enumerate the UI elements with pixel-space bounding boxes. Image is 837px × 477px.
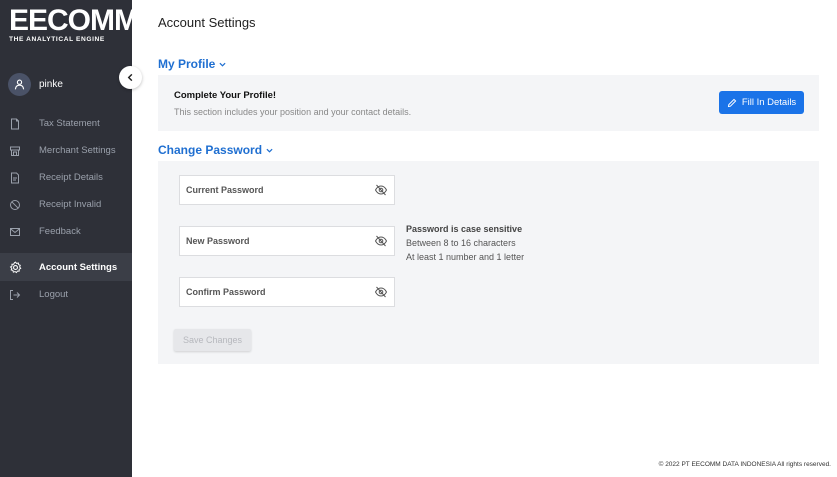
sidebar-nav: Tax Statement Merchant Settings Receipt … — [0, 110, 132, 308]
sidebar-item-logout[interactable]: Logout — [0, 281, 132, 308]
footer-copyright: © 2022 PT EECOMM DATA INDONESIA All righ… — [658, 461, 831, 468]
eye-off-icon[interactable] — [374, 234, 388, 248]
receipt-icon — [8, 171, 22, 185]
user-avatar-icon — [8, 73, 31, 96]
username: pinke — [39, 79, 63, 90]
current-password-field[interactable]: Current Password — [179, 175, 395, 205]
sidebar-item-receipt-invalid[interactable]: Receipt Invalid — [0, 191, 132, 218]
confirm-password-placeholder: Confirm Password — [186, 287, 266, 297]
section-title: Change Password — [158, 143, 263, 157]
change-password-toggle[interactable]: Change Password — [158, 143, 273, 157]
sidebar-item-label: Account Settings — [39, 261, 118, 273]
user-profile[interactable]: pinke — [8, 73, 63, 96]
profile-description: This section includes your position and … — [174, 107, 412, 117]
new-password-placeholder: New Password — [186, 236, 250, 246]
password-rules-heading: Password is case sensitive — [406, 224, 523, 234]
store-icon — [8, 144, 22, 158]
logout-icon — [8, 288, 22, 302]
page-title: Account Settings — [158, 15, 256, 30]
change-password-panel: Current Password New Password Password i… — [158, 161, 819, 364]
sidebar-item-label: Logout — [39, 289, 69, 300]
sidebar-item-label: Tax Statement — [39, 118, 100, 129]
sidebar: EECOMM THE ANALYTICAL ENGINE pinke Tax S… — [0, 0, 142, 477]
brand-logo[interactable]: EECOMM THE ANALYTICAL ENGINE — [9, 4, 139, 44]
password-rules: Password is case sensitive Between 8 to … — [406, 222, 524, 264]
sidebar-item-account-settings[interactable]: Account Settings — [0, 253, 132, 281]
chevron-down-icon — [266, 146, 273, 155]
sidebar-item-feedback[interactable]: Feedback — [0, 218, 132, 245]
new-password-field[interactable]: New Password — [179, 226, 395, 256]
block-icon — [8, 198, 22, 212]
profile-panel: Complete Your Profile! This section incl… — [158, 75, 819, 131]
pencil-icon — [727, 98, 737, 107]
save-changes-button[interactable]: Save Changes — [174, 329, 251, 351]
sidebar-item-label: Feedback — [39, 226, 81, 237]
sidebar-item-label: Merchant Settings — [39, 145, 116, 156]
eye-off-icon[interactable] — [374, 183, 388, 197]
my-profile-toggle[interactable]: My Profile — [158, 57, 226, 71]
eye-off-icon[interactable] — [374, 285, 388, 299]
logo-text: EECOMM — [9, 4, 139, 37]
sidebar-item-merchant-settings[interactable]: Merchant Settings — [0, 137, 132, 164]
sidebar-item-receipt-details[interactable]: Receipt Details — [0, 164, 132, 191]
fill-in-details-button[interactable]: Fill In Details — [719, 91, 804, 114]
password-rule-length: Between 8 to 16 characters — [406, 238, 516, 248]
sidebar-item-tax-statement[interactable]: Tax Statement — [0, 110, 132, 137]
gear-icon — [8, 260, 22, 274]
section-title: My Profile — [158, 57, 216, 71]
current-password-placeholder: Current Password — [186, 185, 264, 195]
document-icon — [8, 117, 22, 131]
sidebar-item-label: Receipt Details — [39, 172, 103, 183]
chevron-down-icon — [219, 60, 226, 69]
profile-heading: Complete Your Profile! — [174, 90, 277, 101]
fill-in-details-label: Fill In Details — [741, 97, 797, 108]
confirm-password-field[interactable]: Confirm Password — [179, 277, 395, 307]
mail-icon — [8, 225, 22, 239]
main-content: Account Settings My Profile Complete You… — [132, 0, 837, 477]
password-rule-composition: At least 1 number and 1 letter — [406, 252, 525, 262]
sidebar-item-label: Receipt Invalid — [39, 199, 102, 210]
logo-tagline: THE ANALYTICAL ENGINE — [9, 36, 105, 43]
